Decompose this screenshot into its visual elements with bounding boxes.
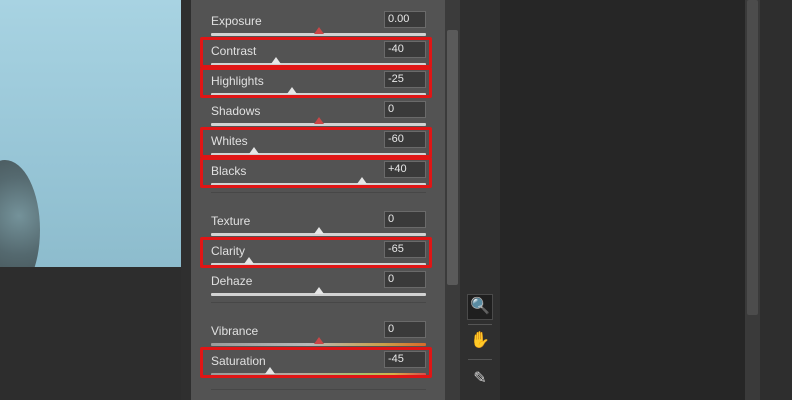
section-divider (211, 302, 426, 303)
texture-value-field[interactable]: 0 (384, 211, 426, 228)
slider-row-dehaze: Dehaze 0 (191, 260, 445, 296)
dehaze-slider-thumb[interactable] (313, 287, 324, 294)
photo-preview (0, 0, 181, 267)
panel-scrollbar[interactable] (445, 0, 460, 400)
exposure-label: Exposure (211, 14, 262, 28)
slider-row-clarity: Clarity -65 (191, 230, 445, 268)
panel-scrollbar-thumb[interactable] (447, 30, 458, 285)
slider-row-saturation: Saturation -45 (191, 340, 445, 378)
basic-adjustments-panel: Exposure 0.00 Contrast -40 Highlights -25 Shad… (191, 0, 445, 400)
panel-gutter (181, 0, 191, 400)
tool-separator (468, 324, 492, 325)
slider-row-texture: Texture 0 (191, 200, 445, 236)
shadows-value-field[interactable]: 0 (384, 101, 426, 118)
slider-row-whites: Whites -60 (191, 120, 445, 158)
photo-subject-arm (0, 160, 40, 267)
vibrance-value-field[interactable]: 0 (384, 321, 426, 338)
slider-row-highlights: Highlights -25 (191, 60, 445, 98)
saturation-highlight-box (200, 347, 432, 378)
vibrance-label: Vibrance (211, 324, 259, 338)
slider-row-vibrance: Vibrance 0 (191, 310, 445, 346)
slider-row-contrast: Contrast -40 (191, 30, 445, 68)
dehaze-value-field[interactable]: 0 (384, 271, 426, 288)
shadows-label: Shadows (211, 104, 261, 118)
right-scrollbar[interactable] (745, 0, 760, 400)
blacks-highlight-box (200, 157, 432, 188)
section-divider (211, 389, 426, 390)
zoom-tool-icon[interactable]: 🔍 (467, 294, 493, 320)
hand-tool-icon[interactable]: ✋ (467, 329, 493, 355)
right-edge (760, 0, 792, 400)
texture-label: Texture (211, 214, 251, 228)
right-scrollbar-thumb[interactable] (747, 0, 758, 315)
slider-row-shadows: Shadows 0 (191, 90, 445, 126)
right-empty-area (500, 0, 745, 400)
tool-separator (468, 359, 492, 360)
dehaze-label: Dehaze (211, 274, 253, 288)
section-divider (211, 192, 426, 193)
slider-row-blacks: Blacks +40 (191, 150, 445, 188)
eyedropper-tool-icon[interactable]: ✎ (467, 367, 493, 393)
exposure-value-field[interactable]: 0.00 (384, 11, 426, 28)
slider-row-exposure: Exposure 0.00 (191, 0, 445, 36)
